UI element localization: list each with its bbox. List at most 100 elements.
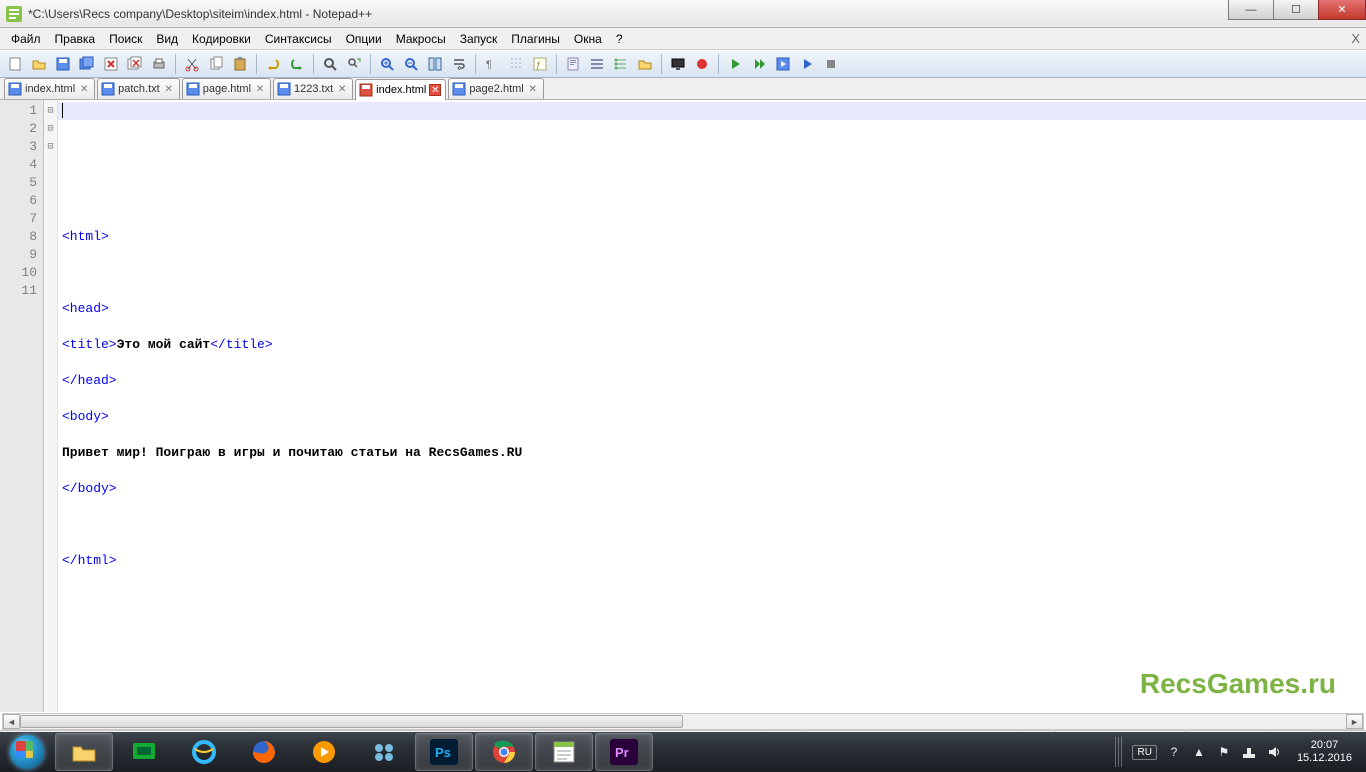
code-text: Привет мир! Поиграю в игры и почитаю ста… [62, 445, 522, 460]
code-area[interactable]: <html> <head> <title>Это мой сайт</title… [58, 100, 1366, 712]
menu-file[interactable]: Файл [4, 30, 48, 48]
tray-grip-icon [1115, 737, 1123, 767]
userlang-icon[interactable]: ƒ [529, 53, 551, 75]
line-number: 8 [0, 228, 37, 246]
close-button[interactable]: ✕ [1318, 0, 1366, 20]
close-file-icon[interactable] [100, 53, 122, 75]
menu-edit[interactable]: Правка [48, 30, 103, 48]
zoom-in-icon[interactable] [376, 53, 398, 75]
maximize-button[interactable]: ☐ [1273, 0, 1319, 20]
volume-icon[interactable] [1266, 744, 1282, 760]
tab-close-icon[interactable]: ✕ [163, 83, 175, 95]
doc-map-icon[interactable] [562, 53, 584, 75]
menu-view[interactable]: Вид [149, 30, 185, 48]
taskbar-wmp[interactable] [295, 733, 353, 771]
replay-macro-icon[interactable] [748, 53, 770, 75]
tab-patch[interactable]: patch.txt ✕ [97, 78, 180, 99]
taskbar-app-1[interactable] [115, 733, 173, 771]
scroll-right-icon[interactable]: ► [1346, 714, 1363, 729]
taskbar-chrome[interactable] [475, 733, 533, 771]
tab-close-icon[interactable]: ✕ [527, 83, 539, 95]
taskbar-photoshop[interactable]: Ps [415, 733, 473, 771]
menu-options[interactable]: Опции [339, 30, 389, 48]
scroll-left-icon[interactable]: ◄ [3, 714, 20, 729]
menu-encoding[interactable]: Кодировки [185, 30, 258, 48]
tab-label: page2.html [469, 83, 523, 95]
show-all-chars-icon[interactable]: ¶ [481, 53, 503, 75]
play-macro-icon[interactable] [724, 53, 746, 75]
stop-icon[interactable] [820, 53, 842, 75]
copy-icon[interactable] [205, 53, 227, 75]
monitor-icon[interactable] [667, 53, 689, 75]
taskbar-app-2[interactable] [355, 733, 413, 771]
tab-label: patch.txt [118, 83, 160, 95]
tab-page[interactable]: page.html ✕ [182, 78, 271, 99]
wrap-icon[interactable] [448, 53, 470, 75]
scroll-track[interactable] [20, 714, 1346, 729]
tab-close-icon[interactable]: ✕ [254, 83, 266, 95]
taskbar-premiere[interactable]: Pr [595, 733, 653, 771]
sync-scroll-icon[interactable] [424, 53, 446, 75]
clock[interactable]: 20:07 15.12.2016 [1291, 739, 1358, 765]
premiere-icon: Pr [609, 738, 639, 766]
tab-1223[interactable]: 1223.txt ✕ [273, 78, 353, 99]
app-icon [6, 6, 22, 22]
taskbar-notepadpp[interactable] [535, 733, 593, 771]
scroll-thumb[interactable] [20, 715, 683, 728]
new-file-icon[interactable] [4, 53, 26, 75]
start-button[interactable] [0, 732, 54, 772]
record-icon[interactable] [691, 53, 713, 75]
zoom-out-icon[interactable] [400, 53, 422, 75]
run-play-icon[interactable] [796, 53, 818, 75]
replace-icon[interactable] [343, 53, 365, 75]
fold-marker[interactable]: ⊟ [44, 138, 57, 156]
fold-marker[interactable]: ⊟ [44, 120, 57, 138]
tab-close-icon[interactable]: ✕ [429, 84, 441, 96]
tab-label: index.html [376, 84, 426, 96]
language-indicator[interactable]: RU [1132, 745, 1156, 760]
doc-close-x[interactable]: X [1351, 31, 1360, 46]
tab-close-icon[interactable]: ✕ [336, 83, 348, 95]
tab-index-active[interactable]: index.html ✕ [355, 79, 446, 100]
h-scrollbar[interactable]: ◄ ► [2, 713, 1364, 730]
network-icon[interactable] [1241, 744, 1257, 760]
menu-plugins[interactable]: Плагины [504, 30, 567, 48]
doc-list-icon[interactable] [586, 53, 608, 75]
tab-page2[interactable]: page2.html ✕ [448, 78, 543, 99]
line-number: 11 [0, 282, 37, 300]
line-number: 4 [0, 156, 37, 174]
save-all-icon[interactable] [76, 53, 98, 75]
menu-bar: Файл Правка Поиск Вид Кодировки Синтакси… [0, 28, 1366, 50]
taskbar-explorer[interactable] [55, 733, 113, 771]
print-icon[interactable] [148, 53, 170, 75]
folder-view-icon[interactable] [634, 53, 656, 75]
indent-guide-icon[interactable] [505, 53, 527, 75]
menu-syntax[interactable]: Синтаксисы [258, 30, 339, 48]
menu-windows[interactable]: Окна [567, 30, 609, 48]
menu-help[interactable]: ? [609, 30, 630, 48]
menu-macros[interactable]: Макросы [389, 30, 453, 48]
fold-marker[interactable]: ⊟ [44, 102, 57, 120]
help-icon[interactable]: ? [1166, 744, 1182, 760]
svg-text:ƒ: ƒ [536, 60, 541, 70]
menu-search[interactable]: Поиск [102, 30, 149, 48]
save-icon[interactable] [52, 53, 74, 75]
undo-icon[interactable] [262, 53, 284, 75]
taskbar-firefox[interactable] [235, 733, 293, 771]
func-list-icon[interactable] [610, 53, 632, 75]
flag-icon[interactable]: ⚑ [1216, 744, 1232, 760]
paste-icon[interactable] [229, 53, 251, 75]
cut-icon[interactable] [181, 53, 203, 75]
tab-close-icon[interactable]: ✕ [78, 83, 90, 95]
redo-icon[interactable] [286, 53, 308, 75]
taskbar-ie[interactable] [175, 733, 233, 771]
close-all-icon[interactable] [124, 53, 146, 75]
save-macro-icon[interactable] [772, 53, 794, 75]
menu-run[interactable]: Запуск [453, 30, 505, 48]
minimize-button[interactable]: — [1228, 0, 1274, 20]
open-file-icon[interactable] [28, 53, 50, 75]
file-tabbar: index.html ✕ patch.txt ✕ page.html ✕ 122… [0, 78, 1366, 100]
tab-index-1[interactable]: index.html ✕ [4, 78, 95, 99]
find-icon[interactable] [319, 53, 341, 75]
tray-expand-icon[interactable]: ▲ [1191, 744, 1207, 760]
